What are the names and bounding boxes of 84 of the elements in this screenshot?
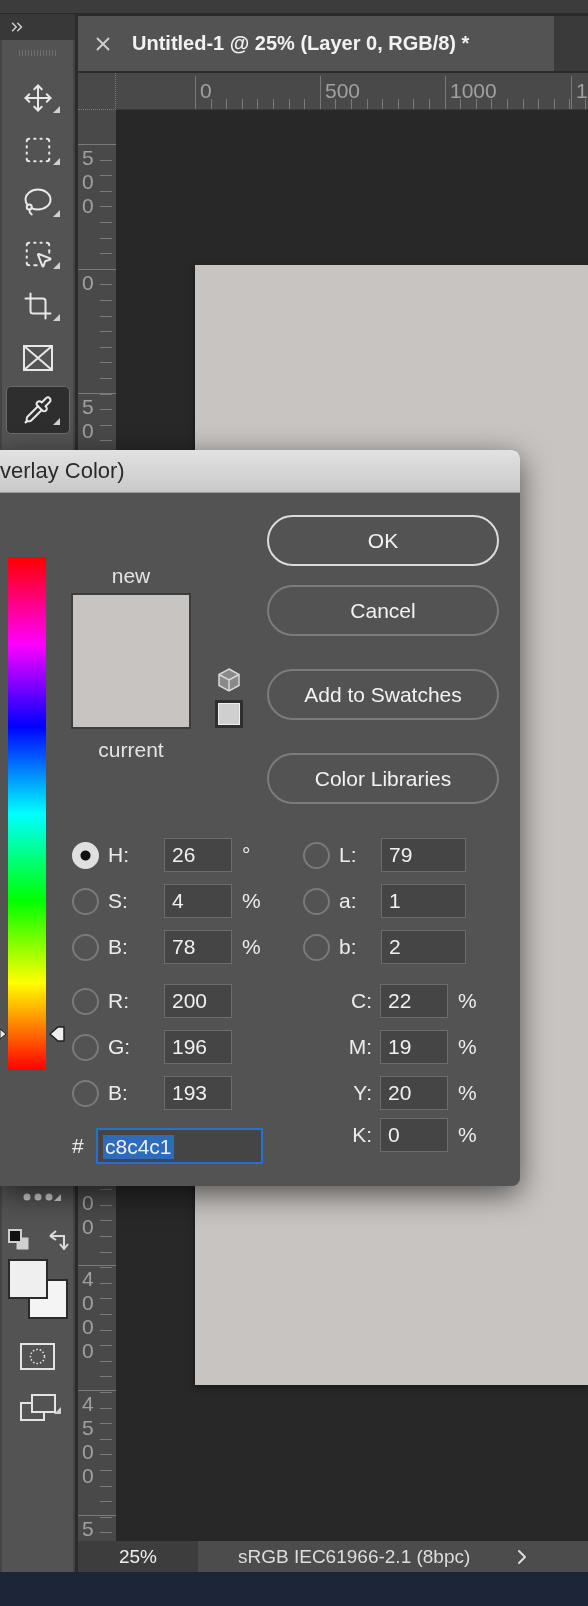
- radio-button[interactable]: [303, 933, 330, 961]
- swap-arrows-icon[interactable]: [47, 1229, 70, 1251]
- dialog-button[interactable]: Color Libraries: [267, 753, 499, 804]
- dialog-button[interactable]: Add to Swatches: [267, 669, 499, 720]
- field-label: L:: [339, 843, 358, 867]
- value-field[interactable]: 193: [164, 1076, 232, 1110]
- move-icon: [22, 83, 53, 113]
- radio-button[interactable]: [303, 887, 330, 915]
- document-tab[interactable]: Untitled-1 @ 25% (Layer 0, RGB/8) *: [78, 16, 554, 71]
- value-field[interactable]: 26: [164, 838, 232, 872]
- radio-button[interactable]: [72, 887, 99, 915]
- corner-triangle-icon: [52, 210, 60, 217]
- web-safe-swatch[interactable]: [215, 700, 243, 728]
- dialog-button[interactable]: Cancel: [267, 585, 499, 636]
- field-label: H:: [108, 843, 130, 867]
- ruler-label: 4500: [82, 1392, 94, 1488]
- radio-button[interactable]: [303, 841, 330, 869]
- eyedropper-icon: [22, 395, 53, 425]
- hex-field[interactable]: c8c4c1: [96, 1128, 263, 1164]
- corner-triangle-icon: [52, 158, 60, 165]
- corner-triangle-icon: [53, 1194, 61, 1201]
- new-label: new: [111, 565, 151, 587]
- field-label: K:: [351, 1123, 373, 1147]
- crop-icon: [22, 291, 53, 321]
- field-label: B:: [108, 1081, 129, 1105]
- value-field[interactable]: 78: [164, 930, 232, 964]
- ruler-label: 4000: [82, 1267, 94, 1364]
- value-field[interactable]: 196: [164, 1030, 232, 1064]
- color-swatches-icon[interactable]: [7, 1259, 68, 1319]
- quick-mask-icon[interactable]: [20, 1343, 55, 1370]
- value-field[interactable]: 0: [380, 1118, 448, 1152]
- corner-triangle-icon: [52, 262, 60, 269]
- unit-label: %: [242, 889, 261, 913]
- radio-button[interactable]: [72, 1033, 99, 1061]
- value-field[interactable]: 2: [381, 930, 466, 964]
- unit-label: °: [242, 843, 251, 867]
- corner-triangle-icon: [53, 1407, 61, 1414]
- ruler-label: 5: [82, 1516, 94, 1541]
- corner-triangle-icon: [52, 106, 60, 113]
- hex-label: #: [72, 1134, 85, 1158]
- default-colors-icon[interactable]: [7, 1229, 30, 1251]
- current-label: current: [98, 739, 164, 761]
- field-label: S:: [108, 889, 129, 913]
- corner-triangle-icon: [52, 418, 60, 425]
- value-field[interactable]: 79: [381, 838, 466, 872]
- frame-icon: [21, 344, 54, 372]
- field-label: Y:: [352, 1081, 373, 1105]
- color-profile: sRGB IEC61966-2.1 (8bpc): [238, 1545, 471, 1568]
- field-label: R:: [108, 989, 130, 1013]
- value-field[interactable]: 1: [381, 884, 466, 918]
- zoom-level: 25%: [118, 1545, 158, 1568]
- value-field[interactable]: 200: [164, 984, 232, 1018]
- field-label: G:: [108, 1035, 132, 1059]
- ruler-label: 00: [82, 1190, 94, 1239]
- dialog-title: verlay Color): [0, 458, 125, 484]
- document-title: Untitled-1 @ 25% (Layer 0, RGB/8) *: [132, 32, 470, 55]
- unit-label: %: [458, 989, 477, 1013]
- radio-button[interactable]: [72, 933, 99, 961]
- field-label: C:: [350, 989, 373, 1013]
- hue-slider[interactable]: [0, 557, 66, 1070]
- ellipsis-icon[interactable]: [22, 1193, 53, 1201]
- field-label: a:: [339, 889, 358, 913]
- value-field[interactable]: 4: [164, 884, 232, 918]
- radio-button[interactable]: [72, 1079, 99, 1107]
- field-label: B:: [108, 935, 129, 959]
- field-label: b:: [339, 935, 358, 959]
- unit-label: %: [458, 1123, 477, 1147]
- value-field[interactable]: 22: [380, 984, 448, 1018]
- value-field[interactable]: 20: [380, 1076, 448, 1110]
- corner-triangle-icon: [52, 314, 60, 321]
- unit-label: %: [458, 1035, 477, 1059]
- lasso-icon: [22, 187, 53, 217]
- unit-label: %: [242, 935, 261, 959]
- hue-slider-handle[interactable]: [0, 1026, 66, 1043]
- cube-icon[interactable]: [218, 668, 240, 692]
- dialog-button[interactable]: OK: [267, 515, 499, 566]
- unit-label: %: [458, 1081, 477, 1105]
- ruler-label: 500: [82, 146, 94, 218]
- tool-button[interactable]: [5, 386, 70, 434]
- radio-button[interactable]: [72, 987, 99, 1015]
- ruler-label: 0: [82, 270, 94, 295]
- value-field[interactable]: 19: [380, 1030, 448, 1064]
- field-label: M:: [347, 1035, 373, 1059]
- ruler-label: 50: [82, 395, 94, 444]
